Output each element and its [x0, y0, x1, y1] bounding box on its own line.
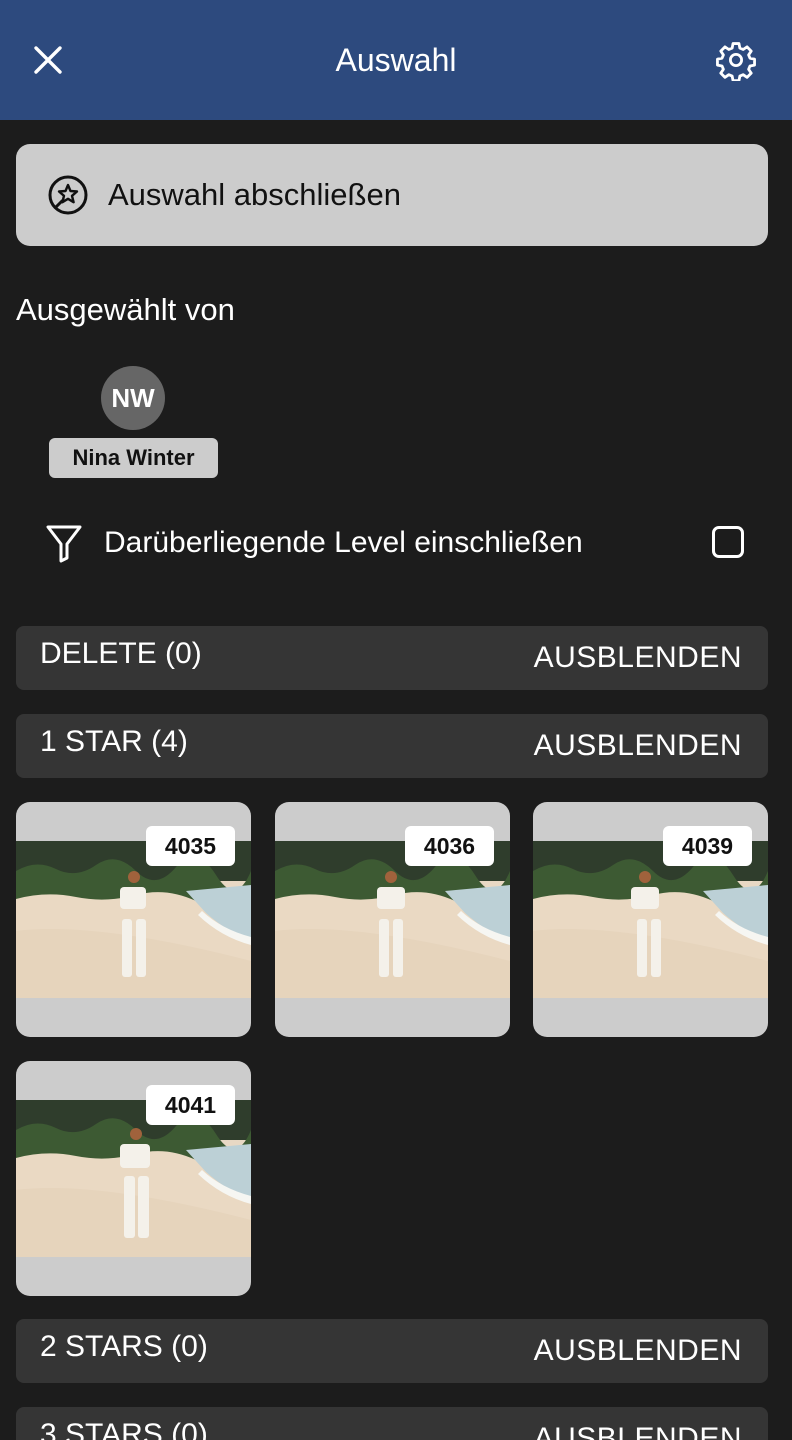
badge-check-icon — [46, 173, 90, 217]
avatar: NW — [101, 366, 165, 430]
photo-number-badge: 4039 — [663, 826, 752, 866]
include-upper-levels-checkbox[interactable] — [712, 526, 744, 558]
hide-section-button[interactable]: AUSBLENDEN — [534, 1333, 742, 1369]
photo-number-badge: 4041 — [146, 1085, 235, 1125]
page-title: Auswahl — [335, 42, 457, 78]
include-upper-levels-label: Darüberliegende Level einschließen — [104, 526, 583, 559]
finish-selection-button[interactable]: Auswahl abschließen — [16, 144, 768, 246]
filter-icon — [40, 519, 88, 567]
hide-section-button[interactable]: AUSBLENDEN — [534, 1421, 742, 1440]
photo-card[interactable]: 4039 — [533, 802, 768, 1037]
photo-card[interactable]: 4036 — [275, 802, 510, 1037]
section-title: 3 STARS (0) — [40, 1418, 208, 1440]
top-app-bar: Auswahl — [0, 0, 792, 120]
section-header-1-star: 1 STAR (4) AUSBLENDEN — [16, 714, 768, 778]
photo-card[interactable]: 4035 — [16, 802, 251, 1037]
photo-number-badge: 4036 — [405, 826, 494, 866]
section-title: DELETE (0) — [40, 637, 202, 670]
user-name-label: Nina Winter — [49, 438, 218, 478]
selected-by-heading: Ausgewählt von — [16, 292, 235, 327]
finish-selection-label: Auswahl abschließen — [108, 177, 401, 212]
section-header-2-stars: 2 STARS (0) AUSBLENDEN — [16, 1319, 768, 1383]
hide-section-button[interactable]: AUSBLENDEN — [534, 640, 742, 676]
section-title: 2 STARS (0) — [40, 1330, 208, 1363]
settings-button[interactable] — [710, 36, 762, 84]
gear-icon — [716, 42, 756, 81]
photo-number-badge: 4035 — [146, 826, 235, 866]
hide-section-button[interactable]: AUSBLENDEN — [534, 728, 742, 764]
section-header-3-stars: 3 STARS (0) AUSBLENDEN — [16, 1407, 768, 1440]
include-upper-levels-row[interactable]: Darüberliegende Level einschließen — [40, 518, 750, 568]
photo-card[interactable]: 4041 — [16, 1061, 251, 1296]
section-title: 1 STAR (4) — [40, 725, 188, 758]
section-header-delete: DELETE (0) AUSBLENDEN — [16, 626, 768, 690]
